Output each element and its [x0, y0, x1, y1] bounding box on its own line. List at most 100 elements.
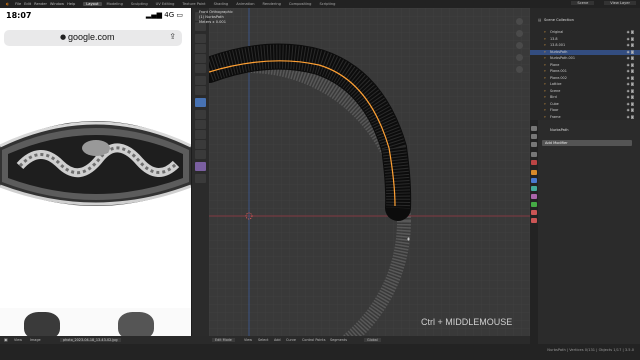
draw-tool-button[interactable]	[195, 98, 206, 107]
radius-tool-button[interactable]	[195, 120, 206, 129]
menu-control-points[interactable]: Control Points	[302, 338, 326, 342]
menu-edit[interactable]: Edit	[24, 2, 31, 6]
rotate-tool-button[interactable]	[195, 44, 206, 53]
visibility-eye-icon[interactable]: ◉ ◙	[627, 56, 634, 60]
workspace-tab-animation[interactable]: Animation	[233, 2, 257, 6]
grid-view-icon[interactable]	[516, 66, 523, 73]
zoom-icon[interactable]	[516, 30, 523, 37]
menu-image[interactable]: Image	[30, 338, 41, 342]
visibility-eye-icon[interactable]: ◉ ◙	[627, 63, 634, 67]
visibility-eye-icon[interactable]: ◉ ◙	[627, 30, 634, 34]
menu-file[interactable]: File	[15, 2, 21, 6]
workspace-tab-modeling[interactable]: Modeling	[104, 2, 126, 6]
outliner-row[interactable]: ▿ NurbsPath.001 ◉ ◙	[530, 56, 640, 61]
workspace-tab-uv-editing[interactable]: UV Editing	[153, 2, 178, 6]
visibility-eye-icon[interactable]: ◉ ◙	[627, 82, 634, 86]
workspace-tab-compositing[interactable]: Compositing	[286, 2, 315, 6]
vertex-random-tool-button[interactable]	[195, 174, 206, 183]
phone-address-bar: ● google.com ⇪	[4, 30, 182, 46]
outliner-row[interactable]: ▿ Original ◉ ◙	[530, 30, 640, 35]
outliner-row[interactable]: ▿ Bird ◉ ◙	[530, 95, 640, 100]
shear-tool-button[interactable]	[195, 162, 206, 171]
outliner-row[interactable]: ▿ Plane ◉ ◙	[530, 63, 640, 68]
image-editor-type-icon[interactable]: ▣	[4, 337, 8, 342]
workspace-tab-shading[interactable]: Shading	[211, 2, 232, 6]
workspace-tab-texture-paint[interactable]: Texture Paint	[179, 2, 208, 6]
menu-segments[interactable]: Segments	[330, 338, 347, 342]
scale-tool-button[interactable]	[195, 54, 206, 63]
visibility-eye-icon[interactable]: ◉ ◙	[627, 76, 634, 80]
visibility-eye-icon[interactable]: ◉ ◙	[627, 102, 634, 106]
pan-icon[interactable]	[516, 42, 523, 49]
visibility-eye-icon[interactable]: ◉ ◙	[627, 108, 634, 112]
measure-tool-button[interactable]	[195, 86, 206, 95]
data-tab-icon[interactable]	[531, 202, 537, 207]
scene-tab-icon[interactable]	[531, 152, 537, 157]
camera-view-icon[interactable]	[516, 54, 523, 61]
view-layer-selector[interactable]: View Layer	[604, 1, 636, 5]
mode-selector[interactable]: Edit Mode	[212, 338, 235, 342]
outliner-row[interactable]: ▿ 13.8 ◉ ◙	[530, 37, 640, 42]
texture-tab-icon[interactable]	[531, 218, 537, 223]
menu-select[interactable]: Select	[258, 338, 268, 342]
world-tab-icon[interactable]	[531, 160, 537, 165]
outliner-row[interactable]: ▿ Cube ◉ ◙	[530, 102, 640, 107]
outliner-row[interactable]: ▿ Frame ◉ ◙	[530, 115, 640, 120]
phone-network: ▂▄▆ 4G ▭	[146, 11, 183, 19]
output-tab-icon[interactable]	[531, 142, 537, 147]
properties-tabs	[530, 120, 538, 344]
menu-curve[interactable]: Curve	[286, 338, 296, 342]
visibility-eye-icon[interactable]: ◉ ◙	[627, 89, 634, 93]
outliner-row[interactable]: ▿ Plane.002 ◉ ◙	[530, 76, 640, 81]
visibility-eye-icon[interactable]: ◉ ◙	[627, 95, 634, 99]
outliner-row[interactable]: ▿ Plane.001 ◉ ◙	[530, 69, 640, 74]
outliner-row[interactable]: ▿ Floor ◉ ◙	[530, 108, 640, 113]
outliner-panel: ▤ Scene Collection ▿ Original ◉ ◙ ▿ 13.8 ◉ ◙ ▿…	[530, 8, 640, 120]
menu-window[interactable]: Window	[50, 2, 64, 6]
outliner-row[interactable]: ▿ Lattice ◉ ◙	[530, 82, 640, 87]
outliner-row[interactable]: ▿ NurbsPath ◉ ◙	[530, 49, 640, 55]
visibility-eye-icon[interactable]: ◉ ◙	[627, 50, 634, 54]
render-tab-icon[interactable]	[531, 134, 537, 139]
scene-collection-icon: ▤	[538, 18, 542, 22]
workspace-tab-scripting[interactable]: Scripting	[316, 2, 338, 6]
tilt-tool-button[interactable]	[195, 130, 206, 139]
menu-view[interactable]: View	[244, 338, 252, 342]
menu-add[interactable]: Add	[274, 338, 281, 342]
physics-tab-icon[interactable]	[531, 186, 537, 191]
workspace-tab-sculpting[interactable]: Sculpting	[128, 2, 151, 6]
material-tab-icon[interactable]	[531, 210, 537, 215]
modifier-tab-icon[interactable]	[531, 178, 537, 183]
workspace-tab-rendering[interactable]: Rendering	[260, 2, 284, 6]
object-type-icon: ▿	[544, 43, 546, 47]
menu-render[interactable]: Render	[34, 2, 47, 6]
outliner-row[interactable]: ▿ Scene ◉ ◙	[530, 89, 640, 94]
randomize-tool-button[interactable]	[195, 140, 206, 149]
menu-view-image[interactable]: View	[14, 338, 22, 342]
transform-tool-button[interactable]	[195, 64, 206, 73]
object-type-icon: ▿	[544, 88, 546, 93]
outliner-row[interactable]: ▿ 13.8.001 ◉ ◙	[530, 43, 640, 48]
outliner-row-label: Plane	[550, 62, 560, 67]
tool-tab-icon[interactable]	[531, 126, 537, 131]
visibility-eye-icon[interactable]: ◉ ◙	[627, 37, 634, 41]
annotate-tool-button[interactable]	[195, 76, 206, 85]
extrude-tool-button[interactable]	[195, 110, 206, 119]
visibility-eye-icon[interactable]: ◉ ◙	[627, 69, 634, 73]
scene-selector[interactable]: Scene	[571, 1, 595, 5]
3d-viewport[interactable]	[209, 8, 530, 336]
move-tool-button[interactable]	[195, 34, 206, 43]
image-filename[interactable]: photo_2023-04-18_13-43-02.jpg	[60, 338, 121, 342]
orientation-selector[interactable]: Global	[364, 338, 381, 342]
menu-help[interactable]: Help	[67, 2, 75, 6]
orbit-icon[interactable]	[516, 18, 523, 25]
pen-tool-button[interactable]	[195, 150, 206, 159]
blender-logo-icon[interactable]: ◐	[6, 2, 9, 6]
visibility-eye-icon[interactable]: ◉ ◙	[627, 115, 634, 119]
constraint-tab-icon[interactable]	[531, 194, 537, 199]
visibility-eye-icon[interactable]: ◉ ◙	[627, 43, 634, 47]
object-tab-icon[interactable]	[531, 170, 537, 175]
status-info: NurbsPath | Vertices 0/131 | Objects 1/1…	[547, 348, 634, 352]
add-modifier-button[interactable]: Add Modifier	[542, 140, 632, 146]
workspace-tab-layout[interactable]: Layout	[83, 2, 102, 6]
